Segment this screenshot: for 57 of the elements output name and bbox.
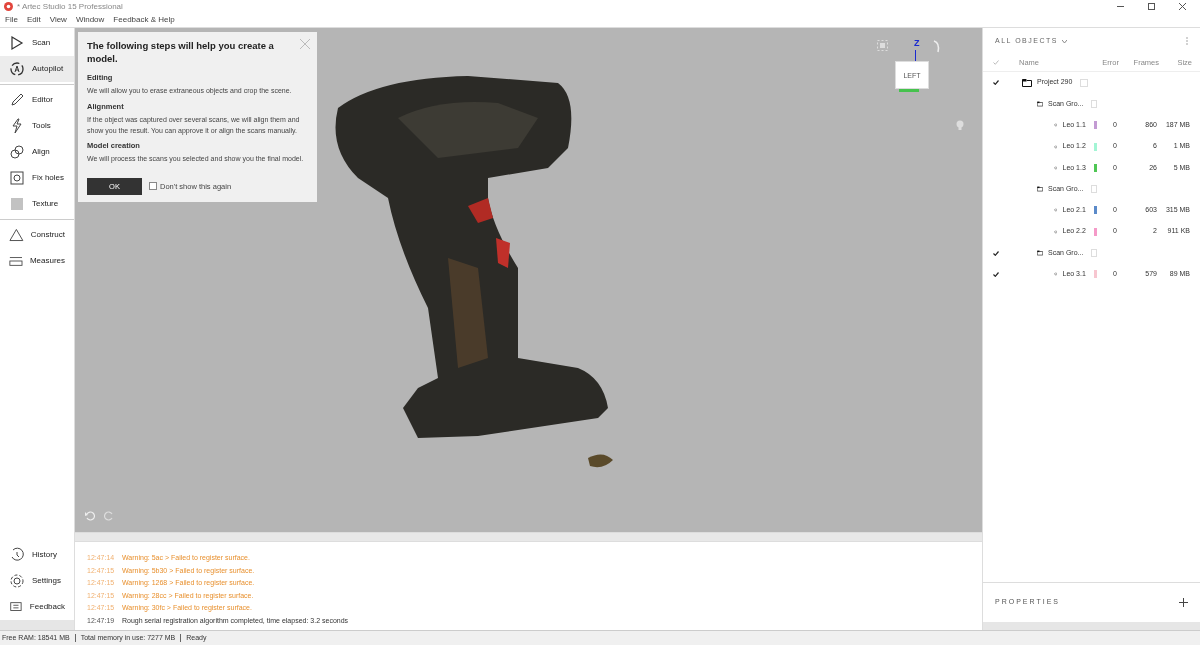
- window-title: * Artec Studio 15 Professional: [17, 0, 123, 13]
- visibility-box[interactable]: [1091, 249, 1097, 257]
- menu-item[interactable]: Edit: [26, 14, 41, 26]
- axis-label: Z: [914, 38, 920, 49]
- folder-icon: [1037, 249, 1043, 257]
- align-icon: [9, 144, 25, 160]
- maximize-icon[interactable]: [1148, 3, 1155, 10]
- checkmark-icon[interactable]: [993, 271, 999, 277]
- fit-view-icon[interactable]: [877, 40, 888, 51]
- layers-icon: [1053, 121, 1058, 130]
- folder-icon: [1037, 99, 1043, 108]
- folder-icon: [1022, 78, 1032, 87]
- color-swatch[interactable]: [1093, 142, 1097, 151]
- menu-item[interactable]: View: [49, 14, 67, 26]
- redo-icon[interactable]: [104, 511, 114, 521]
- color-swatch[interactable]: [1093, 206, 1097, 215]
- menu-item[interactable]: Feedback & Help: [113, 14, 175, 26]
- visibility-box[interactable]: [1091, 185, 1097, 194]
- visibility-box[interactable]: [1091, 99, 1097, 108]
- fix-holes-icon: [9, 170, 25, 186]
- color-swatch[interactable]: [1093, 163, 1097, 172]
- checkbox[interactable]: [149, 182, 157, 191]
- checkmark-icon[interactable]: [993, 80, 999, 86]
- add-icon[interactable]: [1179, 598, 1188, 607]
- 3d-viewport[interactable]: [75, 28, 982, 532]
- color-swatch[interactable]: [1093, 270, 1097, 279]
- collapse-handle[interactable]: [983, 622, 1200, 630]
- triangle-icon: [9, 227, 24, 243]
- check-column-icon: [993, 60, 999, 65]
- settings-icon: [9, 573, 25, 589]
- color-swatch[interactable]: [1093, 227, 1097, 236]
- visibility-box[interactable]: [1080, 78, 1089, 87]
- layers-icon: [1053, 206, 1058, 215]
- layers-icon: [1053, 142, 1058, 151]
- color-swatch[interactable]: [1093, 121, 1097, 130]
- history-icon: [9, 547, 25, 563]
- undo-icon[interactable]: [85, 511, 95, 521]
- sidebar-item[interactable]: Autopilot: [0, 56, 74, 82]
- layers-icon: [1053, 227, 1058, 236]
- folder-icon: [1037, 185, 1043, 194]
- rotate-icon[interactable]: [932, 40, 941, 54]
- minimize-icon[interactable]: [1117, 6, 1124, 7]
- pencil-icon: [9, 92, 25, 108]
- layers-icon: [1053, 163, 1058, 172]
- close-icon[interactable]: [1179, 3, 1186, 10]
- menu-item[interactable]: Window: [75, 14, 105, 26]
- lightning-icon: [9, 118, 25, 134]
- menu-item[interactable]: File: [5, 14, 18, 26]
- checkmark-icon[interactable]: [993, 250, 999, 256]
- autopilot-icon: [9, 61, 25, 77]
- caret-icon: [1061, 39, 1067, 43]
- layers-icon: [1053, 270, 1058, 279]
- panel-resize-handle[interactable]: [75, 532, 982, 542]
- collapse-handle[interactable]: [0, 620, 74, 630]
- lightbulb-icon[interactable]: [956, 120, 964, 130]
- dialog-title: The following steps will help you create a model.: [87, 39, 275, 65]
- play-icon: [9, 35, 25, 51]
